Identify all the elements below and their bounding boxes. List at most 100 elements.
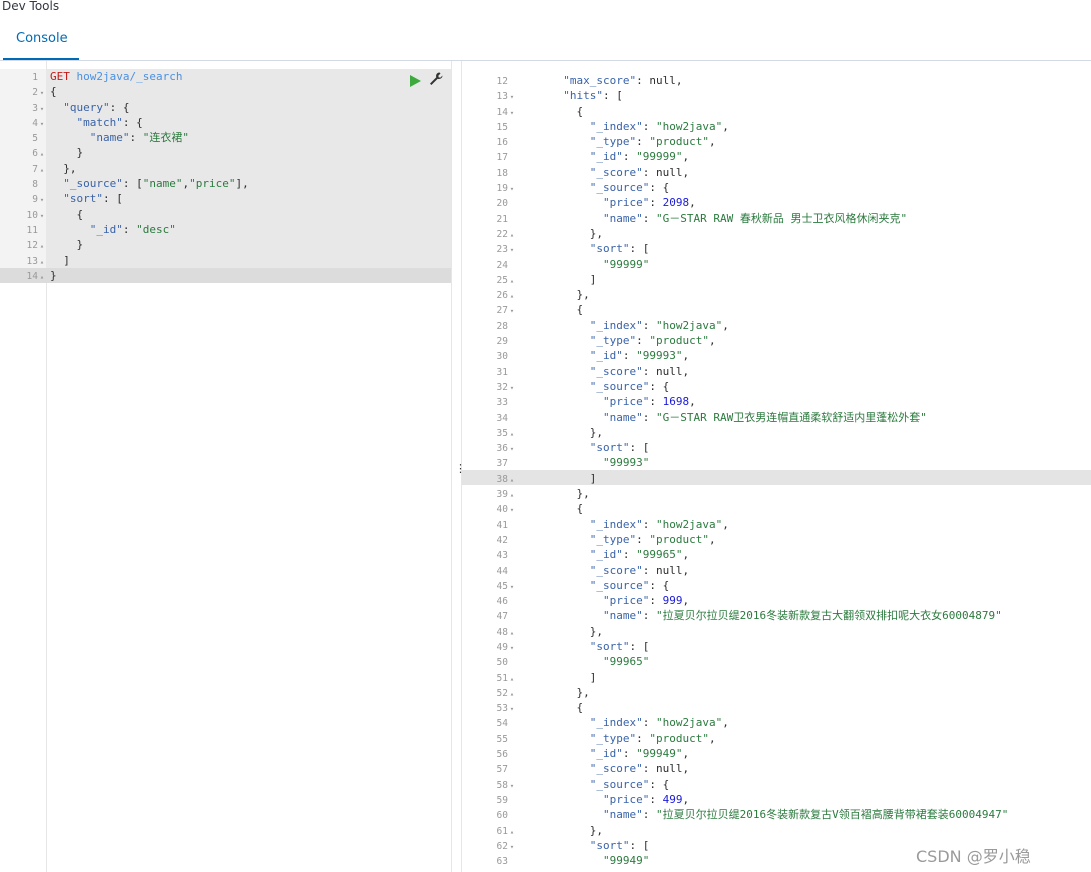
code-line[interactable]: 34 "name": "G－STAR RAW卫衣男连帽直通柔软舒适内里蓬松外套" xyxy=(462,410,927,425)
line-number: 46 xyxy=(496,596,508,608)
code-line[interactable]: 32 ▾ "_source": { xyxy=(462,379,670,394)
code-text: "_id": "99965", xyxy=(589,548,690,562)
code-line[interactable]: 15 "_index": "how2java", xyxy=(462,119,729,134)
code-text: }, xyxy=(550,487,590,501)
code-line[interactable]: 27 ▾ { xyxy=(462,302,584,317)
fold-toggle-icon[interactable]: ▴ xyxy=(38,270,46,285)
code-text: "_source": ["name","price"], xyxy=(63,177,249,191)
code-line[interactable]: 61 ▴ }, xyxy=(462,823,603,838)
code-line[interactable]: 14 ▴} xyxy=(0,268,57,285)
line-number: 38 xyxy=(496,473,508,485)
code-line[interactable]: 2 ▾{ xyxy=(0,84,56,99)
line-number: 43 xyxy=(496,550,508,562)
code-line[interactable]: 45 ▾ "_source": { xyxy=(462,578,670,593)
code-line[interactable]: 38 ▴ ] xyxy=(462,471,597,486)
code-line[interactable]: 13 ▴ ] xyxy=(0,253,70,268)
code-line[interactable]: 4 ▾ "match": { xyxy=(0,115,142,130)
code-line[interactable]: 49 ▾ "sort": [ xyxy=(462,639,650,654)
code-line[interactable]: 17 "_id": "99999", xyxy=(462,149,690,164)
code-line[interactable]: 28 "_index": "how2java", xyxy=(462,318,729,333)
code-line[interactable]: 29 "_type": "product", xyxy=(462,333,716,348)
code-line[interactable]: 13 ▾ "hits": [ xyxy=(462,88,623,103)
code-line[interactable]: 60 "name": "拉夏贝尔拉贝缇2016冬装新款复古V领百褶高腰背带裙套装… xyxy=(462,807,1009,822)
code-line[interactable]: 62 ▾ "sort": [ xyxy=(462,838,650,853)
code-line[interactable]: 1 GET how2java/_search xyxy=(0,69,182,84)
code-line[interactable]: 48 ▴ }, xyxy=(462,624,603,639)
code-line[interactable]: 37 "99993" xyxy=(462,455,650,470)
code-line[interactable]: 33 "price": 1698, xyxy=(462,394,696,409)
wrench-icon[interactable] xyxy=(428,71,444,87)
code-line[interactable]: 51 ▴ ] xyxy=(462,670,597,685)
code-line[interactable]: 7 ▴ }, xyxy=(0,161,76,176)
code-text: ] xyxy=(50,253,70,267)
line-number: 27 xyxy=(496,305,508,317)
code-line[interactable]: 57 "_score": null, xyxy=(462,761,690,776)
code-line[interactable]: 11 "_id": "desc" xyxy=(0,222,176,237)
code-line[interactable]: 31 "_score": null, xyxy=(462,364,690,379)
line-number: 15 xyxy=(496,121,508,133)
code-text: "_score": null, xyxy=(589,762,690,776)
request-editor[interactable]: 1 GET how2java/_search 2 ▾{3 ▾ "query": {4 ▾ … xyxy=(0,61,451,872)
code-text: "_type": "product", xyxy=(589,135,716,149)
code-line[interactable]: 46 "price": 999, xyxy=(462,593,690,608)
code-text: } xyxy=(50,238,84,252)
line-number: 36 xyxy=(496,443,508,455)
code-line[interactable]: 54 "_index": "how2java", xyxy=(462,715,729,730)
code-line[interactable]: 56 "_id": "99949", xyxy=(462,746,690,761)
code-line[interactable]: 39 ▴ }, xyxy=(462,486,590,501)
code-line[interactable]: 14 ▾ { xyxy=(462,104,584,119)
code-line[interactable]: 44 "_score": null, xyxy=(462,563,690,578)
code-line[interactable]: 43 "_id": "99965", xyxy=(462,547,690,562)
code-line[interactable]: 6 ▴ } xyxy=(0,145,83,160)
code-line[interactable]: 18 "_score": null, xyxy=(462,165,690,180)
code-line[interactable]: 24 "99999" xyxy=(462,257,650,272)
code-line[interactable]: 12 "max_score": null, xyxy=(462,73,683,88)
code-text: "_source": { xyxy=(589,181,670,195)
code-line[interactable]: 19 ▾ "_source": { xyxy=(462,180,670,195)
code-text: "_id": "99949", xyxy=(589,747,690,761)
code-line[interactable]: 59 "price": 499, xyxy=(462,792,690,807)
code-line[interactable]: 41 "_index": "how2java", xyxy=(462,517,729,532)
code-line[interactable]: 42 "_type": "product", xyxy=(462,532,716,547)
code-line[interactable]: 20 "price": 2098, xyxy=(462,195,696,210)
response-viewer[interactable]: 12 "max_score": null, 13 ▾ "hits": [14 ▾ {1… xyxy=(462,61,1091,872)
code-line[interactable]: 26 ▴ }, xyxy=(462,287,590,302)
code-line[interactable]: 25 ▴ ] xyxy=(462,272,597,287)
code-line[interactable]: 40 ▾ { xyxy=(462,501,584,516)
code-line[interactable]: 30 "_id": "99993", xyxy=(462,348,690,363)
app-title: Dev Tools xyxy=(2,0,60,13)
code-line[interactable]: 22 ▴ }, xyxy=(462,226,603,241)
code-line[interactable]: 50 "99965" xyxy=(462,654,650,669)
line-number: 14 xyxy=(496,106,508,118)
request-code-lines[interactable]: 1 GET how2java/_search 2 ▾{3 ▾ "query": {4 ▾ … xyxy=(0,69,249,285)
code-line[interactable]: 10 ▾ { xyxy=(0,207,84,222)
request-active-line xyxy=(0,268,451,283)
code-text: "sort": [ xyxy=(589,639,650,653)
tab-console-underline xyxy=(3,58,79,60)
code-line[interactable]: 12 ▴ } xyxy=(0,237,84,252)
tab-console[interactable]: Console xyxy=(16,31,68,47)
play-icon[interactable] xyxy=(410,75,421,87)
code-line[interactable]: 63 "99949" xyxy=(462,853,650,868)
code-line[interactable]: 58 ▾ "_source": { xyxy=(462,777,670,792)
code-line[interactable]: 8 "_source": ["name","price"], xyxy=(0,176,248,191)
line-number: 41 xyxy=(496,519,508,531)
code-line[interactable]: 55 "_type": "product", xyxy=(462,731,716,746)
code-line[interactable]: 16 "_type": "product", xyxy=(462,134,716,149)
line-number: 5 xyxy=(32,133,38,145)
code-line[interactable]: 5 "name": "连衣裙" xyxy=(0,130,189,145)
code-line[interactable]: 3 ▾ "query": { xyxy=(0,100,129,115)
code-text: { xyxy=(550,502,584,516)
pane-resizer[interactable]: ⋮ xyxy=(451,61,466,872)
code-line[interactable]: 23 ▾ "sort": [ xyxy=(462,241,650,256)
code-text: "_index": "how2java", xyxy=(589,517,729,531)
code-line[interactable]: 47 "name": "拉夏贝尔拉贝缇2016冬装新款复古大翻领双排扣呢大衣女6… xyxy=(462,608,1002,623)
code-line[interactable]: 9 ▾ "sort": [ xyxy=(0,191,123,206)
response-code-lines[interactable]: 12 "max_score": null, 13 ▾ "hits": [14 ▾ {1… xyxy=(462,73,1009,868)
code-line[interactable]: 52 ▴ }, xyxy=(462,685,590,700)
code-line[interactable]: 35 ▴ }, xyxy=(462,425,603,440)
code-line[interactable]: 36 ▾ "sort": [ xyxy=(462,440,650,455)
code-line[interactable]: 21 "name": "G－STAR RAW 春秋新品 男士卫衣风格休闲夹克" xyxy=(462,211,908,226)
code-text: "99993" xyxy=(602,456,650,470)
code-line[interactable]: 53 ▾ { xyxy=(462,700,584,715)
